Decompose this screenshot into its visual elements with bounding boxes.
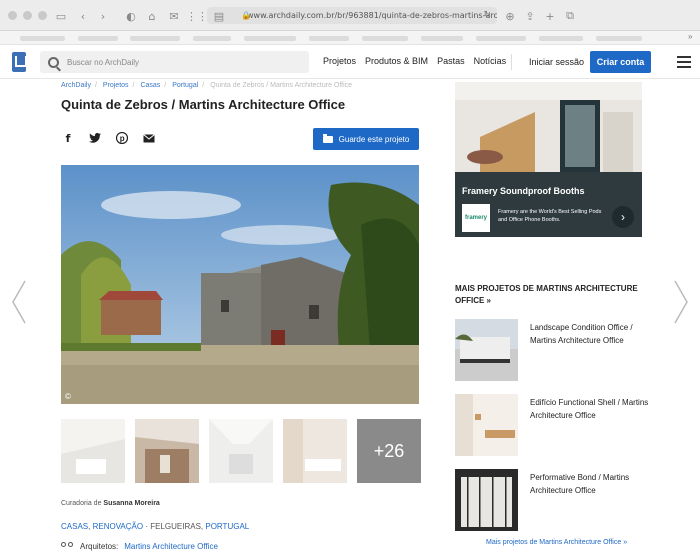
ad-banner[interactable]: Framery Soundproof Booths framery Framer… (455, 82, 642, 237)
url-text: www.archdaily.com.br/br/963881/quinta-de… (247, 11, 497, 20)
thumbnail[interactable] (209, 419, 273, 483)
tag-country[interactable]: PORTUGAL (205, 522, 249, 531)
thumbnail[interactable] (61, 419, 125, 483)
nav-pastas[interactable]: Pastas (437, 56, 465, 66)
hero-image[interactable]: © (61, 165, 419, 404)
svg-text:p: p (120, 134, 125, 143)
breadcrumb-archdaily[interactable]: ArchDaily (61, 82, 91, 89)
menu-icon[interactable] (677, 56, 691, 68)
previous-project-icon[interactable] (12, 280, 26, 324)
email-icon[interactable] (142, 131, 156, 145)
tag-casas[interactable]: CASAS (61, 522, 88, 531)
lock-icon: 🔒 (241, 11, 251, 20)
sidebar-toggle-icon[interactable]: ▭ (54, 9, 68, 23)
header-divider (511, 54, 512, 70)
signup-button[interactable]: Criar conta (590, 51, 651, 73)
ad-text: Framery are the World's Best Selling Pod… (498, 209, 602, 223)
mail-icon[interactable]: ✉ (167, 9, 181, 23)
reload-icon[interactable]: ↻ (483, 10, 491, 20)
tag-renovacao[interactable]: RENOVAÇÃO (93, 522, 144, 531)
related-project-image[interactable] (455, 319, 518, 381)
forward-icon[interactable]: › (96, 9, 110, 23)
address-bar[interactable]: ▤ 🔒 www.archdaily.com.br/br/963881/quint… (207, 7, 497, 24)
related-project-image[interactable] (455, 469, 518, 531)
breadcrumb-current: Quinta de Zebros / Martins Architecture … (210, 82, 353, 89)
thumbnail[interactable] (283, 419, 347, 483)
shield-icon[interactable]: ◐ (124, 9, 138, 23)
more-projects-heading[interactable]: MAIS PROJETOS DE MARTINS ARCHITECTURE OF… (455, 283, 655, 307)
nav-produtos-bim[interactable]: Produtos & BIM (365, 56, 428, 66)
related-project-title[interactable]: Landscape Condition Office / Martins Arc… (530, 321, 650, 347)
archdaily-logo[interactable] (12, 52, 27, 72)
page-icon: ▤ (213, 9, 225, 23)
more-photos-count: +26 (373, 440, 405, 461)
people-icon (61, 542, 74, 551)
nav-noticias[interactable]: Notícias (474, 56, 507, 66)
architects-link[interactable]: Martins Architecture Office (124, 542, 218, 551)
search-input[interactable] (67, 57, 287, 67)
related-project-title[interactable]: Edifício Functional Shell / Martins Arch… (530, 396, 650, 422)
architects-label: Arquitetos: (80, 542, 119, 551)
architects-line: Arquitetos: Martins Architecture Office (61, 542, 218, 551)
bookmarks-bar: » (0, 31, 700, 45)
related-project-title[interactable]: Performative Bond / Martins Architecture… (530, 471, 650, 497)
share-bar: f p (61, 131, 156, 145)
search-icon (48, 56, 59, 68)
related-project[interactable]: Landscape Condition Office / Martins Arc… (455, 319, 655, 381)
breadcrumb-projetos[interactable]: Projetos (103, 82, 129, 89)
related-project-image[interactable] (455, 394, 518, 456)
project-tags: CASAS, RENOVAÇÃO · FELGUEIRAS, PORTUGAL (61, 522, 250, 531)
save-project-button[interactable]: Guarde este projeto (313, 128, 419, 150)
curator-name[interactable]: Susanna Moreira (103, 500, 159, 507)
folder-icon (322, 133, 333, 143)
breadcrumb-casas[interactable]: Casas (140, 82, 160, 89)
tag-location: FELGUEIRAS (150, 522, 201, 531)
window-controls[interactable] (8, 10, 47, 20)
save-project-label: Guarde este projeto (338, 134, 410, 144)
page-title: Quinta de Zebros / Martins Architecture … (61, 97, 346, 112)
login-link[interactable]: Iniciar sessão (529, 57, 584, 67)
main-nav: Projetos Produtos & BIM Pastas Notícias (323, 56, 506, 66)
thumbnail-strip: +26 (61, 419, 421, 483)
grid-icon[interactable]: ⋮⋮ (186, 9, 208, 23)
ad-title: Framery Soundproof Booths (462, 186, 585, 196)
new-tab-icon[interactable]: + (543, 9, 557, 23)
home-icon[interactable]: ⌂ (145, 9, 159, 23)
bookmarks-overflow-icon[interactable]: » (688, 32, 692, 41)
pinterest-icon[interactable]: p (115, 131, 129, 145)
share-icon[interactable]: ⇪ (523, 9, 537, 23)
facebook-icon[interactable]: f (61, 131, 75, 145)
more-projects-link[interactable]: Mais projetos de Martins Architecture Of… (486, 539, 627, 546)
more-photos-button[interactable]: +26 (357, 419, 421, 483)
related-project[interactable]: Performative Bond / Martins Architecture… (455, 469, 655, 531)
next-project-icon[interactable] (674, 280, 688, 324)
browser-toolbar: ▭ ‹ › ◐ ⌂ ✉ ⋮⋮ ▤ 🔒 www.archdaily.com.br/… (0, 0, 700, 31)
download-icon[interactable]: ⊕ (503, 9, 517, 23)
curator-prefix: Curadoria de (61, 500, 102, 507)
curator-line: Curadoria de Susanna Moreira (61, 500, 160, 507)
copyright-icon: © (65, 392, 71, 401)
nav-projetos[interactable]: Projetos (323, 56, 356, 66)
tabs-overview-icon[interactable]: ⧉ (563, 9, 577, 23)
ad-next-icon[interactable]: › (612, 206, 634, 228)
breadcrumb-portugal[interactable]: Portugal (172, 82, 198, 89)
related-project[interactable]: Edifício Functional Shell / Martins Arch… (455, 394, 655, 456)
breadcrumb: ArchDaily / Projetos / Casas / Portugal / Qu… (61, 82, 353, 89)
thumbnail[interactable] (135, 419, 199, 483)
site-header: Projetos Produtos & BIM Pastas Notícias … (0, 45, 700, 79)
twitter-icon[interactable] (88, 131, 102, 145)
back-icon[interactable]: ‹ (76, 9, 90, 23)
search-box[interactable] (40, 51, 309, 73)
framery-logo: framery (462, 204, 490, 232)
